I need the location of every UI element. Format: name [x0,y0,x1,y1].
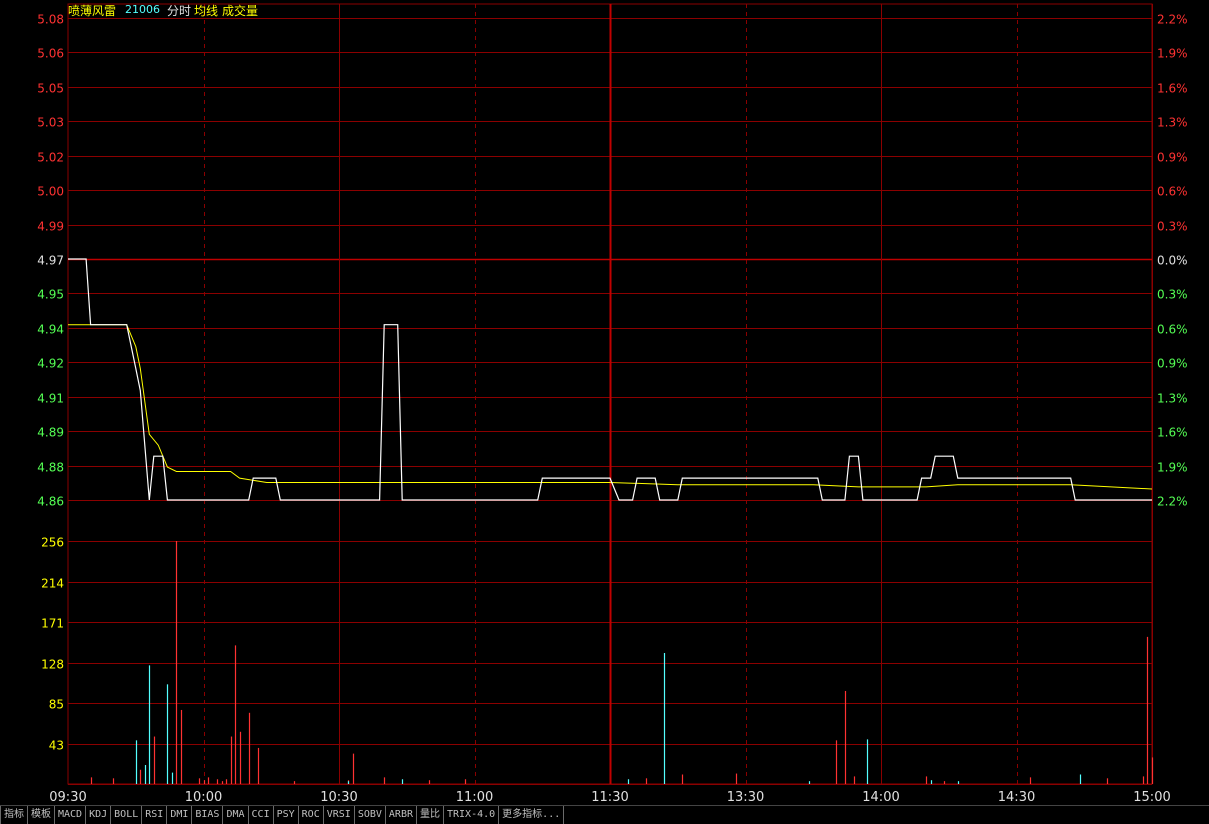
volume-tick-label: 171 [41,617,64,631]
intraday-chart[interactable]: 5.08 2.2% 5.06 1.9% 5.05 1.6% 5.03 1.3% 5.02 0.9%… [0,0,1209,805]
percent-tick-label: 1.6% [1157,426,1188,440]
indicator-tab[interactable]: DMI [167,806,193,824]
indicator-tab-bar: 指标 模板 MACD KDJ BOLL RSI DMI BIAS DMA CCI PSY ROC VRS… [0,805,1209,824]
indicator-tab[interactable]: 更多指标... [499,806,565,824]
percent-tick-label: 0.9% [1157,151,1188,165]
indicator-tab[interactable]: BIAS [192,806,224,824]
indicator-tab[interactable]: TRIX-4.0 [444,806,500,824]
indicator-tab[interactable]: 指标 [0,806,28,824]
volume-tick-label: 43 [49,739,64,753]
price-tick-label: 4.88 [37,461,64,475]
price-tick-label: 4.89 [37,426,64,440]
price-tick-label: 4.86 [37,495,64,509]
price-tick-label: 5.02 [37,151,64,165]
indicator-tab[interactable]: PSY [274,806,299,824]
avg-line-label: 均线 [194,4,219,18]
price-tick-label: 4.92 [37,357,64,371]
indicator-tab[interactable]: VRSI [324,806,355,824]
price-tick-label: 4.99 [37,220,64,234]
percent-tick-label: 0.0% [1157,254,1188,268]
percent-tick-label: 1.3% [1157,392,1188,406]
time-tick-label: 10:30 [320,790,357,805]
percent-tick-label: 1.6% [1157,82,1188,96]
volume-tick-label: 214 [41,577,64,591]
indicator-tab[interactable]: SOBV [355,806,386,824]
indicator-tab[interactable]: BOLL [111,806,143,824]
percent-tick-label: 1.9% [1157,47,1188,61]
price-tick-label: 4.95 [37,288,64,302]
mode-label: 分时 [167,4,192,18]
price-tick-label: 5.08 [37,13,64,27]
time-tick-label: 11:30 [591,790,628,805]
indicator-tab[interactable]: KDJ [86,806,112,824]
indicator-tab[interactable]: ROC [299,806,324,824]
time-tick-label: 13:30 [727,790,764,805]
price-tick-label: 5.06 [37,47,64,61]
percent-tick-label: 2.2% [1157,495,1188,509]
price-tick-label: 4.97 [37,254,64,268]
price-tick-label: 4.94 [37,323,64,337]
time-tick-label: 15:00 [1133,790,1170,805]
time-tick-label: 10:00 [185,790,222,805]
percent-tick-label: 0.9% [1157,357,1188,371]
price-tick-label: 5.03 [37,116,64,130]
percent-tick-label: 1.9% [1157,461,1188,475]
indicator-tab[interactable]: CCI [249,806,274,824]
percent-tick-label: 1.3% [1157,116,1188,130]
price-tick-label: 4.91 [37,392,64,406]
volume-label: 成交量 [222,4,259,18]
percent-tick-label: 0.3% [1157,288,1188,302]
time-tick-label: 11:00 [456,790,493,805]
indicator-tab[interactable]: RSI [142,806,168,824]
time-tick-label: 14:00 [862,790,899,805]
percent-tick-label: 0.6% [1157,323,1188,337]
indicator-tab[interactable]: ARBR [386,806,417,824]
price-tick-label: 5.05 [37,82,64,96]
stock-name: 喷薄风雷 [68,4,117,18]
time-tick-label: 09:30 [49,790,86,805]
percent-tick-label: 0.3% [1157,220,1188,234]
stock-code: 21006 [125,3,160,16]
indicator-tab[interactable]: MACD [55,806,87,824]
volume-tick-label: 85 [49,698,64,712]
percent-tick-label: 0.6% [1157,185,1188,199]
volume-tick-label: 128 [41,658,64,672]
time-tick-label: 14:30 [998,790,1035,805]
indicator-tab[interactable]: 量比 [417,806,444,824]
percent-tick-label: 2.2% [1157,13,1188,27]
price-tick-label: 5.00 [37,185,64,199]
volume-tick-label: 256 [41,536,64,550]
indicator-tab[interactable]: 模板 [28,806,55,824]
indicator-tab[interactable]: DMA [223,806,249,824]
